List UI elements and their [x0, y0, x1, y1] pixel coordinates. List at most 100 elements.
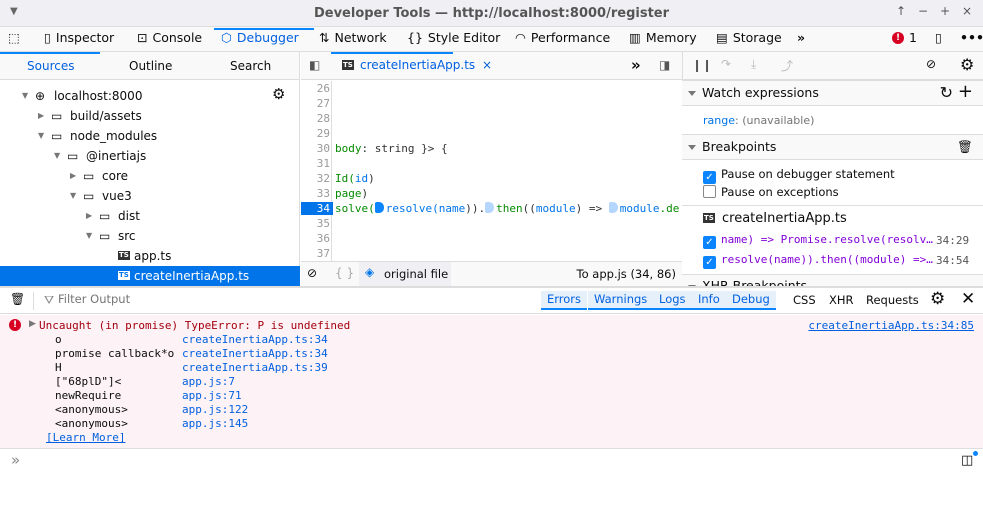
- filter-warnings[interactable]: Warnings: [588, 291, 654, 310]
- blackbox-icon[interactable]: ⊘: [307, 266, 317, 280]
- watch-item[interactable]: range: (unavailable): [703, 114, 814, 127]
- cube-icon: ◈: [365, 265, 375, 279]
- toggle-sidebar-icon[interactable]: ◧: [309, 58, 320, 72]
- editor-mode-toggle-icon[interactable]: ◫: [961, 453, 973, 468]
- console-settings-gear-icon[interactable]: ⚙: [930, 289, 945, 309]
- column-breakpoint-marker[interactable]: [485, 202, 495, 213]
- tab-memory[interactable]: ▥ Memory: [629, 30, 697, 45]
- source-map-link[interactable]: To app.js (34, 86): [577, 267, 676, 281]
- line-number[interactable]: 30: [301, 142, 330, 155]
- line-number[interactable]: 32: [301, 172, 330, 185]
- minimize-button[interactable]: −: [918, 4, 928, 18]
- stack-frame-link[interactable]: app.js:7: [182, 375, 235, 388]
- tree-item[interactable]: ▼ ▭ vue3: [0, 186, 300, 206]
- refresh-icon[interactable]: ↻: [940, 81, 953, 105]
- tree-item[interactable]: ▶ ▭ dist: [0, 206, 300, 226]
- step-out-icon[interactable]: ⤴: [781, 57, 793, 74]
- filter-output-input[interactable]: [58, 292, 458, 306]
- add-icon[interactable]: +: [958, 80, 973, 104]
- pause-icon[interactable]: ❙❙: [692, 58, 712, 72]
- tree-item[interactable]: ▶ ▭ build/assets: [0, 106, 300, 126]
- deactivate-breakpoints-icon[interactable]: ⊘: [926, 57, 936, 71]
- filter-requests[interactable]: Requests: [866, 293, 919, 307]
- line-number[interactable]: 34: [301, 202, 333, 215]
- error-count-badge[interactable]: ! 1: [892, 30, 917, 45]
- tab-storage[interactable]: ▤ Storage: [716, 30, 782, 45]
- tab-performance[interactable]: ◠ Performance: [515, 30, 610, 45]
- more-menu-icon[interactable]: •••: [960, 30, 983, 45]
- step-over-icon[interactable]: ↷: [721, 57, 731, 71]
- line-number[interactable]: 36: [301, 232, 330, 245]
- step-in-icon[interactable]: ⤓: [751, 57, 756, 72]
- tree-item[interactable]: ▶ ▭ core: [0, 166, 300, 186]
- tab-inspector[interactable]: ▯ Inspector: [44, 30, 114, 45]
- column-breakpoint-marker[interactable]: [374, 202, 384, 213]
- filter-info[interactable]: Info: [692, 291, 726, 310]
- tree-item[interactable]: ▼ ▭ node_modules: [0, 126, 300, 146]
- tab-console[interactable]: ⊡ Console: [137, 30, 202, 45]
- close-tab-icon[interactable]: ×: [482, 58, 492, 72]
- filter-xhr[interactable]: XHR: [829, 293, 854, 307]
- error-source-link[interactable]: createInertiaApp.ts:34:85: [808, 319, 974, 332]
- learn-more-link[interactable]: [Learn More]: [46, 431, 125, 444]
- tree-item-label: app.ts: [134, 249, 172, 263]
- tab-search[interactable]: Search: [230, 59, 271, 73]
- line-number[interactable]: 26: [301, 82, 330, 95]
- tab-sources[interactable]: Sources: [27, 59, 74, 73]
- line-number[interactable]: 31: [301, 157, 330, 170]
- line-number[interactable]: 37: [301, 247, 330, 260]
- tab-style-editor[interactable]: {} Style Editor: [407, 30, 500, 45]
- element-picker-icon[interactable]: ⬚: [8, 30, 20, 45]
- tab-outline[interactable]: Outline: [129, 59, 172, 73]
- stack-frame-link[interactable]: createInertiaApp.ts:34: [182, 333, 328, 346]
- pretty-print-icon[interactable]: { }: [335, 266, 354, 280]
- filter-logs[interactable]: Logs: [653, 291, 692, 310]
- editor-tab-file[interactable]: createInertiaApp.ts: [360, 58, 475, 72]
- filter-css[interactable]: CSS: [793, 293, 816, 307]
- line-number[interactable]: 28: [301, 112, 330, 125]
- clear-console-trash-icon[interactable]: 🗑: [10, 292, 25, 306]
- watch-expressions-header[interactable]: Watch expressions ↻ +: [682, 80, 983, 106]
- error-icon: !: [892, 31, 904, 44]
- tree-item[interactable]: TS createInertiaApp.ts: [0, 266, 300, 286]
- folder-icon: ▭: [51, 129, 63, 143]
- stack-frame-link[interactable]: createInertiaApp.ts:39: [182, 361, 328, 374]
- stack-frame-link[interactable]: app.js:71: [182, 389, 242, 402]
- trash-icon[interactable]: 🗑: [957, 135, 973, 159]
- typescript-file-icon: TS: [342, 60, 354, 70]
- expand-arrow-icon[interactable]: ▶: [29, 319, 36, 329]
- filter-debug[interactable]: Debug: [726, 291, 776, 310]
- breakpoints-header[interactable]: Breakpoints 🗑: [682, 134, 983, 160]
- pause-exceptions-checkbox[interactable]: Pause on exceptions: [703, 185, 839, 199]
- tree-item[interactable]: ▼ ▭ src: [0, 226, 300, 246]
- responsive-mode-icon[interactable]: ▯: [935, 30, 942, 45]
- tree-item[interactable]: ▼ ▭ @inertiajs: [0, 146, 300, 166]
- stack-frame-link[interactable]: app.js:122: [182, 403, 248, 416]
- filter-errors[interactable]: Errors: [541, 291, 588, 310]
- tab-network[interactable]: ⇅ Network: [319, 30, 387, 45]
- toggle-right-pane-icon[interactable]: ◨: [659, 58, 670, 72]
- tree-item[interactable]: ▼ ⊕ localhost:8000: [0, 86, 300, 106]
- tree-item[interactable]: TS app.ts: [0, 246, 300, 266]
- console-input[interactable]: [28, 452, 948, 470]
- line-number[interactable]: 35: [301, 217, 330, 230]
- original-file-button[interactable]: ◈ original file: [359, 262, 451, 287]
- tab-debugger[interactable]: ⬡ Debugger: [214, 28, 314, 45]
- stack-frame-link[interactable]: app.js:145: [182, 417, 248, 430]
- breakpoint-item[interactable]: ✓ name) => Promise.resolve(resolv…: [703, 233, 933, 249]
- column-breakpoint-marker[interactable]: [608, 202, 618, 213]
- minimize-up-button[interactable]: ↑: [896, 4, 906, 18]
- close-split-console-icon[interactable]: ✕: [961, 289, 975, 309]
- code-line: Id(id): [335, 172, 375, 185]
- tabs-overflow-icon[interactable]: »: [631, 56, 641, 74]
- line-number[interactable]: 33: [301, 187, 330, 200]
- more-tools-chevron-icon[interactable]: »: [797, 30, 805, 45]
- line-number[interactable]: 27: [301, 97, 330, 110]
- close-button[interactable]: ×: [962, 4, 972, 18]
- pause-debugger-checkbox[interactable]: ✓ Pause on debugger statement: [703, 167, 895, 184]
- maximize-button[interactable]: +: [940, 4, 950, 18]
- line-number[interactable]: 29: [301, 127, 330, 140]
- settings-gear-icon[interactable]: ⚙: [960, 55, 974, 74]
- stack-frame-link[interactable]: createInertiaApp.ts:34: [182, 347, 328, 360]
- breakpoint-item[interactable]: ✓ resolve(name)).then((module) =>…: [703, 253, 933, 269]
